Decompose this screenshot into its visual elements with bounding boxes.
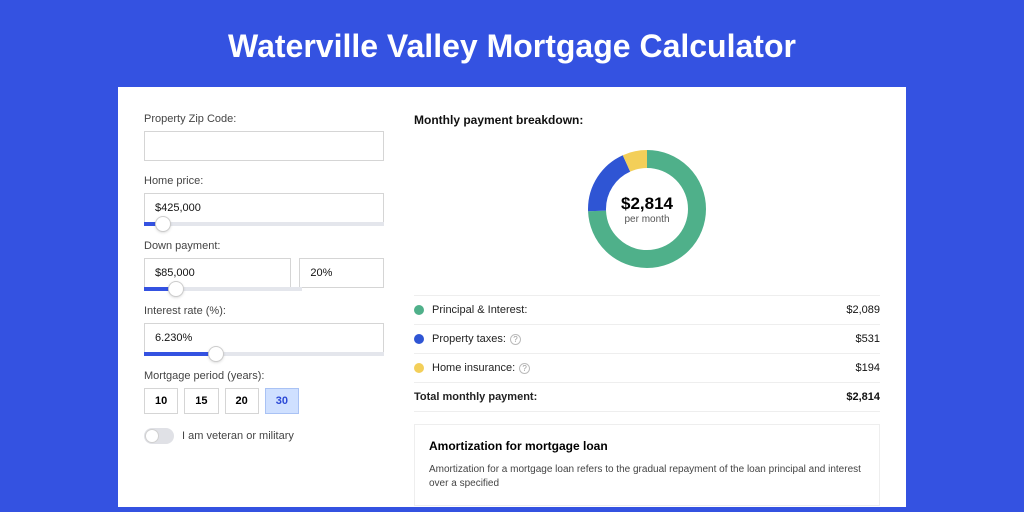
legend-row: Principal & Interest:$2,089 [414, 295, 880, 324]
veteran-toggle[interactable] [144, 428, 174, 444]
amortization-title: Amortization for mortgage loan [429, 439, 865, 453]
home-price-label: Home price: [144, 175, 384, 187]
breakdown-title: Monthly payment breakdown: [414, 113, 880, 127]
donut-sub: per month [624, 214, 669, 225]
breakdown-column: Monthly payment breakdown: $2,814 per mo… [414, 113, 880, 507]
period-button-15[interactable]: 15 [184, 388, 218, 414]
legend-value: $531 [856, 333, 880, 345]
zip-row: Property Zip Code: [144, 113, 384, 161]
page-title: Waterville Valley Mortgage Calculator [0, 0, 1024, 87]
home-price-slider-thumb[interactable] [156, 217, 170, 231]
info-icon[interactable]: ? [510, 334, 521, 345]
donut-center: $2,814 per month [583, 145, 711, 273]
legend: Principal & Interest:$2,089Property taxe… [414, 295, 880, 382]
veteran-label: I am veteran or military [182, 430, 294, 442]
home-price-slider[interactable] [144, 222, 384, 226]
legend-row: Home insurance:?$194 [414, 353, 880, 382]
down-payment-slider-thumb[interactable] [169, 282, 183, 296]
zip-input[interactable] [144, 131, 384, 161]
interest-slider-thumb[interactable] [209, 347, 223, 361]
period-buttons: 1015 2030 [144, 388, 384, 414]
form-column: Property Zip Code: Home price: Down paym… [144, 113, 384, 507]
home-price-input[interactable] [144, 193, 384, 223]
interest-row: Interest rate (%): [144, 305, 384, 356]
legend-dot-icon [414, 305, 424, 315]
legend-total-row: Total monthly payment: $2,814 [414, 382, 880, 412]
home-price-row: Home price: [144, 175, 384, 226]
interest-label: Interest rate (%): [144, 305, 384, 317]
legend-dot-icon [414, 334, 424, 344]
down-payment-pct-input[interactable] [299, 258, 384, 288]
legend-label: Principal & Interest: [432, 304, 846, 316]
period-button-20[interactable]: 20 [225, 388, 259, 414]
interest-slider-fill [144, 352, 216, 356]
info-icon[interactable]: ? [519, 363, 530, 374]
period-label: Mortgage period (years): [144, 370, 384, 382]
legend-label: Home insurance:? [432, 362, 856, 374]
legend-total-label: Total monthly payment: [414, 391, 846, 403]
legend-row: Property taxes:?$531 [414, 324, 880, 353]
down-payment-label: Down payment: [144, 240, 384, 252]
legend-value: $2,089 [846, 304, 880, 316]
period-button-30[interactable]: 30 [265, 388, 299, 414]
legend-value: $194 [856, 362, 880, 374]
donut-chart: $2,814 per month [414, 145, 880, 273]
amortization-card: Amortization for mortgage loan Amortizat… [414, 424, 880, 506]
legend-label: Property taxes:? [432, 333, 856, 345]
veteran-row: I am veteran or military [144, 428, 384, 444]
period-button-10[interactable]: 10 [144, 388, 178, 414]
donut-amount: $2,814 [621, 194, 673, 214]
zip-label: Property Zip Code: [144, 113, 384, 125]
down-payment-input[interactable] [144, 258, 291, 288]
down-payment-row: Down payment: [144, 240, 384, 291]
legend-total-value: $2,814 [846, 391, 880, 403]
down-payment-slider[interactable] [144, 287, 302, 291]
calculator-panel: Property Zip Code: Home price: Down paym… [118, 87, 906, 507]
interest-slider[interactable] [144, 352, 384, 356]
interest-input[interactable] [144, 323, 384, 353]
period-row: Mortgage period (years): 1015 2030 [144, 370, 384, 414]
amortization-text: Amortization for a mortgage loan refers … [429, 463, 865, 491]
legend-dot-icon [414, 363, 424, 373]
